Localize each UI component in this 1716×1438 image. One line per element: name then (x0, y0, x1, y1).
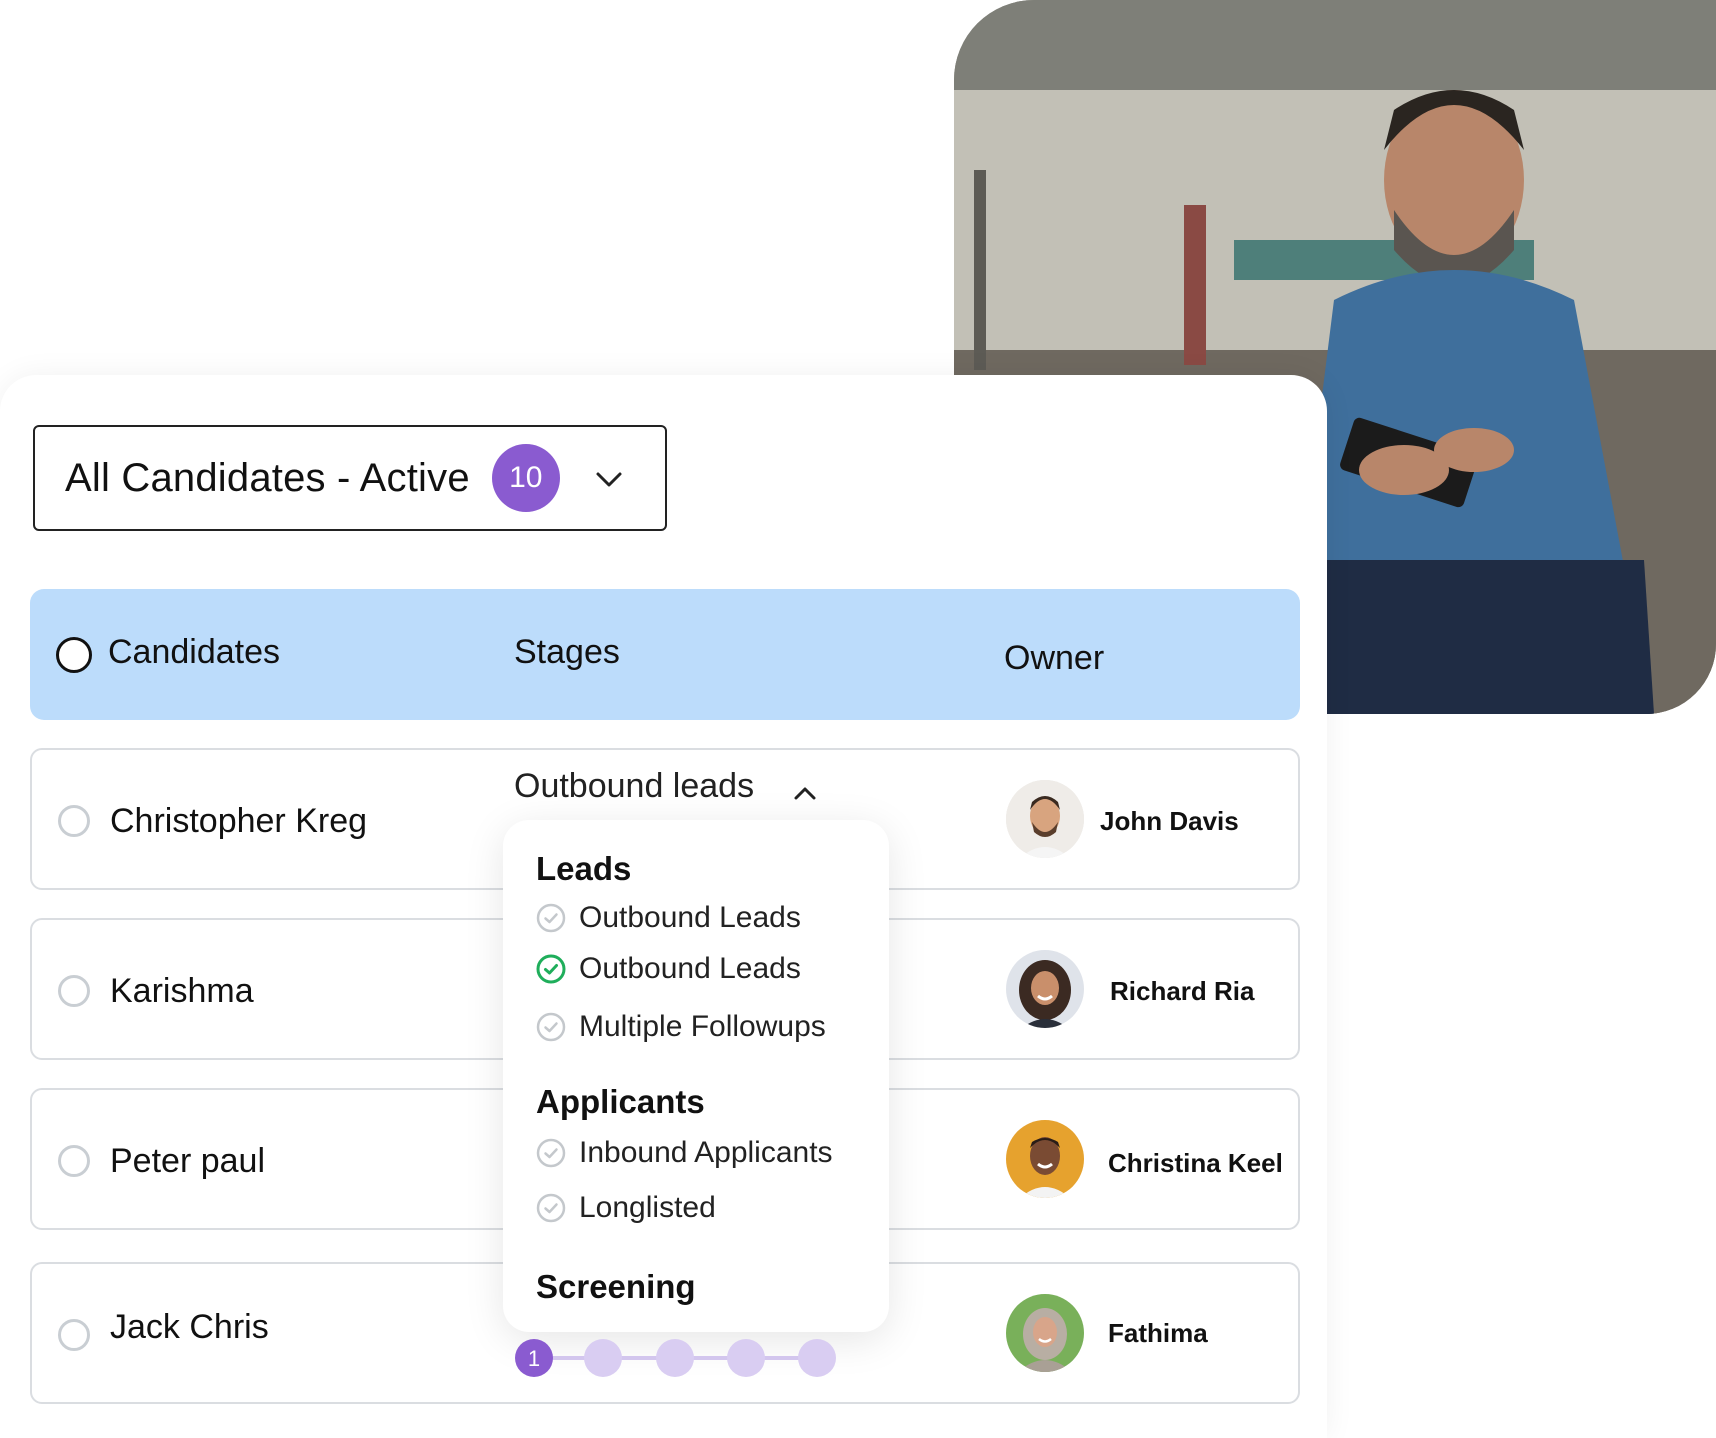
option-label: Outbound Leads (579, 952, 801, 985)
avatar (1006, 780, 1084, 858)
check-circle-icon (536, 1138, 566, 1168)
chevron-down-icon (596, 472, 622, 487)
option-outbound-leads[interactable]: Outbound Leads (536, 898, 801, 938)
step-1-label: 1 (528, 1346, 540, 1371)
chevron-up-icon[interactable] (790, 778, 820, 808)
table-header: Candidates Stages Owner (30, 589, 1300, 720)
view-filter-label: All Candidates - Active (65, 455, 470, 500)
candidate-name: Jack Chris (110, 1308, 269, 1346)
group-screening: Screening (536, 1268, 696, 1305)
candidate-name: Peter paul (110, 1142, 265, 1180)
avatar (1006, 1120, 1084, 1198)
header-stages: Stages (514, 633, 620, 671)
row-select-radio[interactable] (58, 805, 90, 837)
avatar (1006, 950, 1084, 1028)
step-4[interactable] (727, 1339, 765, 1377)
option-multiple-followups[interactable]: Multiple Followups (536, 1007, 826, 1047)
option-longlisted[interactable]: Longlisted (536, 1188, 716, 1228)
stage-stepper: 1 (515, 1339, 836, 1377)
owner-name: Christina Keel (1108, 1148, 1283, 1178)
option-label: Inbound Applicants (579, 1136, 833, 1169)
check-circle-icon (536, 903, 566, 933)
owner-name: Richard Ria (1110, 976, 1255, 1006)
group-applicants: Applicants (536, 1083, 705, 1120)
row-select-radio[interactable] (58, 975, 90, 1007)
stage-dropdown-menu: Leads Outbound Leads Outbound Leads Mult… (503, 820, 889, 1332)
option-label: Multiple Followups (579, 1010, 826, 1043)
group-leads: Leads (536, 850, 632, 887)
option-label: Longlisted (579, 1191, 716, 1224)
option-label: Outbound Leads (579, 901, 801, 934)
step-3[interactable] (656, 1339, 694, 1377)
step-2[interactable] (584, 1339, 622, 1377)
candidate-name: Karishma (110, 972, 254, 1010)
header-candidates: Candidates (108, 633, 281, 671)
header-owner: Owner (1004, 639, 1105, 677)
row-select-radio[interactable] (58, 1319, 90, 1351)
check-circle-icon (536, 1193, 566, 1223)
option-outbound-leads-selected[interactable]: Outbound Leads (536, 949, 801, 989)
option-inbound-applicants[interactable]: Inbound Applicants (536, 1133, 833, 1173)
check-circle-icon (536, 1012, 566, 1042)
avatar (1006, 1294, 1084, 1372)
owner-name: John Davis (1100, 806, 1239, 836)
candidate-name: Christopher Kreg (110, 802, 368, 840)
stage-dropdown-toggle[interactable]: Outbound leads (514, 767, 754, 806)
owner-name: Fathima (1108, 1318, 1208, 1348)
step-5[interactable] (798, 1339, 836, 1377)
view-filter-dropdown[interactable]: All Candidates - Active 10 (33, 425, 667, 531)
check-circle-selected-icon (536, 954, 566, 984)
select-all-radio[interactable] (56, 637, 92, 673)
row-select-radio[interactable] (58, 1145, 90, 1177)
count-badge: 10 (491, 444, 560, 512)
